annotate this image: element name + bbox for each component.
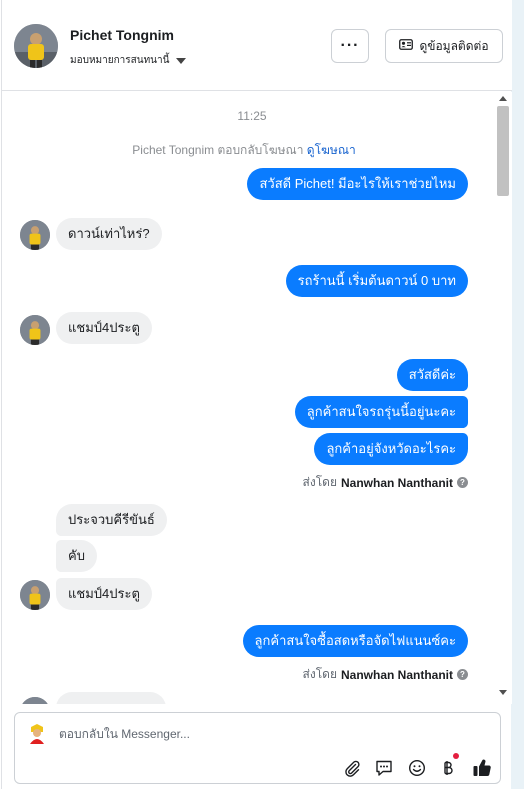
message-thread-scrollbar[interactable] [496,92,510,704]
info-icon[interactable]: ? [457,477,468,488]
sent-by-prefix: ส่งโดย [302,475,337,489]
view-ad-link[interactable]: ดูโฆษณา [307,143,356,157]
message-bubble-incoming[interactable]: คับ [56,540,97,572]
message-bubble-outgoing[interactable]: สวัสดีค่ะ [396,359,468,391]
message-bubble-incoming[interactable]: แชมป์4ประตู [56,312,152,344]
ad-reply-text: Pichet Tongnim ตอบกลับโฆษณา [132,143,304,157]
reply-input[interactable] [59,727,479,741]
timestamp: 11:25 [237,109,267,123]
message-bubble-incoming-partial[interactable] [56,692,166,704]
reply-composer [14,712,501,784]
contact-card-icon [399,39,414,53]
scroll-up-arrow[interactable] [499,96,507,101]
emoji-icon[interactable] [406,757,428,779]
conversation-header: Pichet Tongnim มอบหมายการสนทนานี้ ··· ดู… [2,0,512,91]
message-bubble-incoming[interactable]: ดาวน์เท่าไหร่? [56,218,162,250]
contact-avatar-small [20,220,50,250]
message-bubble-outgoing[interactable]: รถร้านนี้ เริ่มต้นดาวน์ 0 บาท [285,265,468,297]
assign-conversation-dropdown[interactable]: มอบหมายการสนทนานี้ [70,53,187,68]
contact-name[interactable]: Pichet Tongnim [70,27,174,43]
scrollbar-thumb[interactable] [497,106,509,196]
background-strip [511,0,524,789]
contact-avatar-small [20,697,50,704]
message-thread[interactable]: 11:25 Pichet Tongnim ตอบกลับโฆษณา ดูโฆษณ… [2,92,512,704]
conversation-panel: Pichet Tongnim มอบหมายการสนทนานี้ ··· ดู… [1,0,512,789]
ad-reply-notice: Pichet Tongnim ตอบกลับโฆษณา ดูโฆษณา [2,141,486,160]
notification-dot [453,753,459,759]
message-bubble-incoming[interactable]: ประจวบคีรีขันธ์ [56,504,167,536]
message-bubble-outgoing[interactable]: ลูกค้าอยู่จังหวัดอะไรคะ [314,433,468,465]
contact-avatar-small [20,580,50,610]
assign-label: มอบหมายการสนทนานี้ [70,55,170,66]
message-bubble-outgoing[interactable]: ลูกค้าสนใจรถรุ่นนี้อยู่นะคะ [294,396,468,428]
sent-by-label: ส่งโดย Nanwhan Nanthanit ? [303,665,468,684]
sent-by-name: Nanwhan Nanthanit [340,667,453,682]
message-bubble-incoming[interactable]: แชมป์4ประตู [56,578,152,610]
contact-info-label: ดูข้อมูลติดต่อ [419,38,489,53]
contact-avatar-small [20,315,50,345]
saved-reply-icon[interactable] [373,757,395,779]
info-icon[interactable]: ? [457,669,468,680]
message-bubble-outgoing[interactable]: สวัสดี Pichet! มีอะไรให้เราช่วยไหม [247,168,468,200]
page-avatar [24,720,50,746]
more-label: ··· [340,37,360,54]
more-options-button[interactable]: ··· [331,29,369,63]
sent-by-prefix: ส่งโดย [302,667,337,681]
baht-payment-icon[interactable] [437,753,459,779]
view-contact-info-button[interactable]: ดูข้อมูลติดต่อ [385,29,503,63]
sent-by-name: Nanwhan Nanthanit [340,475,453,490]
like-icon[interactable] [471,757,493,779]
message-bubble-outgoing[interactable]: ลูกค้าสนใจซื้อสดหรือจัดไฟแนนซ์คะ [242,625,468,657]
scroll-down-arrow[interactable] [499,690,507,695]
caret-down-icon [176,57,187,64]
attach-icon[interactable] [341,757,363,779]
sent-by-label: ส่งโดย Nanwhan Nanthanit ? [303,473,468,492]
contact-avatar[interactable] [14,24,58,68]
